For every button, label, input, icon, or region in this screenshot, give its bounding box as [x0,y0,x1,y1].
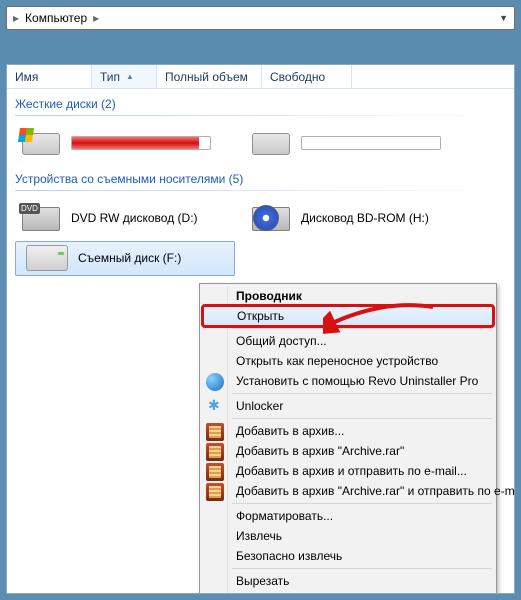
context-share[interactable]: Общий доступ... [202,331,494,351]
address-dropdown-icon[interactable]: ▼ [499,13,508,23]
context-archive-add[interactable]: Добавить в архив... [202,421,494,441]
context-item-label: Добавить в архив "Archive.rar" [236,444,404,458]
revo-icon [206,373,224,391]
drive-row-optical: DVD DVD RW дисковод (D:) Дисковод BD-ROM… [7,199,514,239]
removable-drive-f-selected[interactable]: Съемный диск (F:) [15,241,235,276]
winrar-icon [206,423,224,441]
context-open[interactable]: Открыть [203,306,493,326]
drive-label[interactable]: DVD RW дисковод (D:) [71,211,198,225]
context-menu-default[interactable]: Проводник [202,286,494,306]
column-headers: Имя Тип ▲ Полный объем Свободно [7,65,514,89]
drive-label: Съемный диск (F:) [78,251,181,265]
context-item-label: Установить с помощью Revo Uninstaller Pr… [236,374,478,388]
unlocker-icon [206,398,224,416]
separator [232,328,492,329]
winrar-icon [206,483,224,501]
address-bar[interactable]: ▸ Компьютер ▸ ▼ [6,6,515,30]
divider [15,190,506,191]
context-archive-email[interactable]: Добавить в архив и отправить по e-mail..… [202,461,494,481]
context-archive-rar[interactable]: Добавить в архив "Archive.rar" [202,441,494,461]
context-item-label: Добавить в архив... [236,424,344,438]
separator [232,418,492,419]
context-archive-rar-email[interactable]: Добавить в архив "Archive.rar" и отправи… [202,481,494,501]
context-eject[interactable]: Извлечь [202,526,494,546]
column-free[interactable]: Свободно [262,65,352,88]
column-name[interactable]: Имя [7,65,92,88]
content-pane: Имя Тип ▲ Полный объем Свободно Жесткие … [6,64,515,594]
drive-label[interactable]: Дисковод BD-ROM (H:) [301,211,429,225]
column-type-label: Тип [100,70,120,84]
winrar-icon [206,463,224,481]
breadcrumb-sep-icon: ▸ [13,11,19,25]
column-total[interactable]: Полный объем [157,65,262,88]
drive-c-usage-bar [71,136,211,150]
sort-indicator-icon: ▲ [126,72,134,81]
group-removable[interactable]: Устройства со съемными носителями (5) [7,164,514,190]
context-portable[interactable]: Открыть как переносное устройство [202,351,494,371]
context-copy[interactable]: Копировать [202,591,494,594]
context-item-label: Unlocker [236,399,283,413]
column-type[interactable]: Тип ▲ [92,65,157,88]
bd-drive-icon[interactable] [249,203,293,233]
drive-d-usage-bar [301,136,441,150]
removable-drive-icon [26,245,68,271]
context-cut[interactable]: Вырезать [202,571,494,591]
drive-row-hdd [7,124,514,164]
context-menu: Проводник Открыть Общий доступ... Открыт… [199,283,497,594]
dvd-drive-icon[interactable]: DVD [19,203,63,233]
winrar-icon [206,443,224,461]
explorer-window: ▸ Компьютер ▸ ▼ Имя Тип ▲ Полный объем С… [0,0,521,600]
hdd-icon[interactable] [249,128,293,158]
context-revo[interactable]: Установить с помощью Revo Uninstaller Pr… [202,371,494,391]
group-hard-drives[interactable]: Жесткие диски (2) [7,89,514,115]
breadcrumb-root[interactable]: Компьютер [25,11,87,25]
separator [232,393,492,394]
hdd-icon[interactable] [19,128,63,158]
breadcrumb-sep-icon: ▸ [93,11,99,25]
context-item-label: Добавить в архив "Archive.rar" и отправи… [236,484,515,498]
context-format[interactable]: Форматировать... [202,506,494,526]
context-safe-eject[interactable]: Безопасно извлечь [202,546,494,566]
context-unlocker[interactable]: Unlocker [202,396,494,416]
context-item-label: Добавить в архив и отправить по e-mail..… [236,464,467,478]
divider [15,115,506,116]
separator [232,503,492,504]
separator [232,568,492,569]
